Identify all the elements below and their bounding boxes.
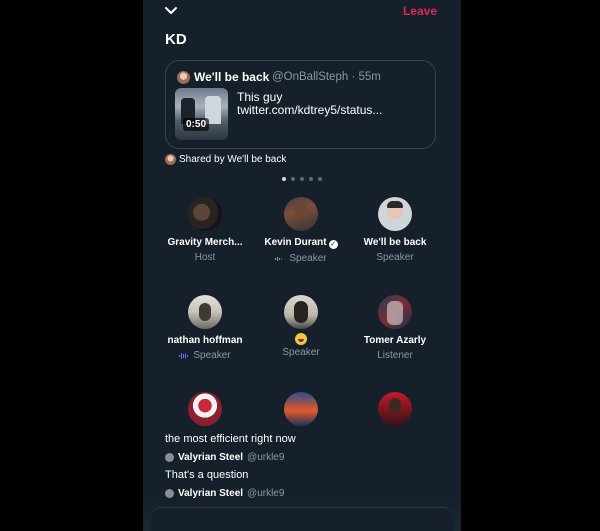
avatar [165,489,174,498]
role-label: Host [194,252,216,263]
comment-user[interactable]: Valyrian Steel [178,452,243,463]
shared-by-label: Shared by We'll be back [179,154,287,165]
participant-role: Listener [345,350,445,361]
shared-by: Shared by We'll be back [165,154,286,165]
role-label: Speaker [193,350,231,361]
avatar [378,392,412,426]
participant-nathan-hoffman[interactable]: nathan hoffman Speaker [155,295,255,361]
comment-byline: Valyrian Steel @urkle9 [165,452,284,463]
carousel-dot[interactable] [291,177,295,181]
participant-role: Speaker [345,252,445,263]
sharer-avatar [165,154,176,165]
space-title: KD [165,31,187,48]
carousel-dot[interactable] [309,177,313,181]
tweet-author-avatar [177,71,190,84]
avatar [188,295,222,329]
speaking-wave-icon [179,352,189,359]
verified-badge-icon: ✓ [328,240,338,249]
avatar [378,295,412,329]
avatar [165,453,174,462]
carousel-dot[interactable] [318,177,322,181]
comment-handle: @urkle9 [247,488,285,499]
participant-well-be-back[interactable]: We'll be back Speaker [345,197,445,263]
avatar [284,295,318,329]
participant-row3-3[interactable] [345,392,445,426]
role-label: Listener [377,350,413,361]
role-label: Speaker [289,253,327,264]
comment-text: That's a question [165,469,249,481]
comment-byline: Valyrian Steel @urkle9 [165,488,284,499]
avatar [284,392,318,426]
video-duration: 0:50 [183,118,210,131]
comment-handle: @urkle9 [247,452,285,463]
participant-role: Speaker [251,253,351,264]
speaking-wave-icon [275,256,283,261]
tweet-author-handle: @OnBallSteph · 55m [272,71,381,83]
avatar [188,197,222,231]
participant-name: Tomer Azarly [363,335,427,346]
participant-row3-2[interactable] [251,392,351,426]
tweet-text: This guy [237,90,283,104]
top-bar: Leave [143,0,461,24]
avatar [378,197,412,231]
participant-row3-1[interactable] [155,392,255,426]
participant-role: Speaker [251,347,351,358]
comment-user[interactable]: Valyrian Steel [178,488,243,499]
avatar [188,392,222,426]
avatar [284,197,318,231]
leave-button[interactable]: Leave [403,4,437,18]
role-label: Speaker [282,347,320,358]
carousel-dots [282,177,322,181]
carousel-dot[interactable] [300,177,304,181]
space-panel: Leave KD We'll be back @OnBallSteph · 55… [143,0,461,531]
carousel-dot[interactable] [282,177,286,181]
chevron-down-icon[interactable] [163,4,179,18]
participant-name: nathan hoffman [167,335,243,346]
video-thumbnail[interactable]: 0:50 [175,88,228,140]
tweet-link[interactable]: twitter.com/kdtrey5/status... [237,103,382,117]
participant-gravity-merch[interactable]: Gravity Merch... Host [155,197,255,263]
bottom-controls-bar [151,507,453,531]
participant-role: Host [155,252,255,263]
smiling-face-emoji-icon [295,333,307,345]
participant-role: Speaker [155,350,255,361]
participant-emoji-speaker[interactable]: Speaker [251,295,351,358]
shared-tweet-card[interactable]: We'll be back @OnBallSteph · 55m 0:50 Th… [165,60,436,149]
comment-text: the most efficient right now [165,433,296,445]
reaction-row [251,329,351,345]
tweet-author-name: We'll be back [194,70,270,84]
role-label: Speaker [376,252,414,263]
participant-name-row: Kevin Durant ✓ [251,237,351,249]
participant-name: We'll be back [363,237,427,248]
participant-tomer-azarly[interactable]: Tomer Azarly Listener [345,295,445,361]
participant-name: Kevin Durant [264,237,327,248]
participant-kevin-durant[interactable]: Kevin Durant ✓ Speaker [251,197,351,264]
participant-name: Gravity Merch... [167,237,243,248]
